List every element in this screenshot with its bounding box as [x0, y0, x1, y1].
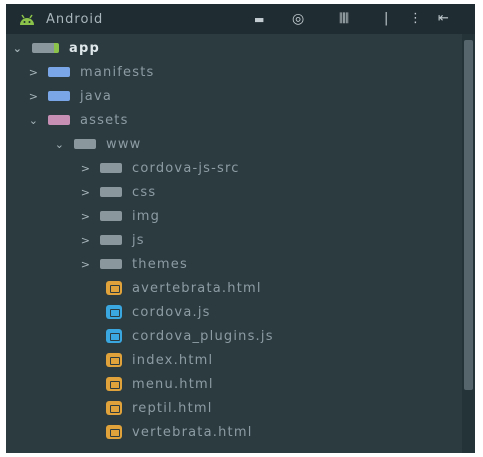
- folder-icon: [100, 163, 122, 173]
- folder-icon: [100, 187, 122, 197]
- tree-item-label: index.html: [132, 352, 214, 368]
- tree-item-label: css: [132, 184, 157, 200]
- tree-item[interactable]: ⌄ www: [6, 132, 462, 156]
- tree-item[interactable]: cordova.js: [6, 300, 462, 324]
- folder-icon: [100, 235, 122, 245]
- scrollbar-thumb[interactable]: [464, 40, 473, 390]
- tree-item[interactable]: menu.html: [6, 372, 462, 396]
- collapse-all-icon[interactable]: ⫼⫼: [339, 11, 349, 26]
- tree-item-label: www: [106, 136, 142, 152]
- tree-item-label: themes: [132, 256, 188, 272]
- file-icon-glyph: [110, 357, 120, 365]
- tree-item[interactable]: index.html: [6, 348, 462, 372]
- tree-item-label: java: [80, 88, 113, 104]
- project-view-selector[interactable]: Android: [46, 12, 103, 27]
- tree-item[interactable]: > cordova-js-src: [6, 156, 462, 180]
- tree-item-label: manifests: [80, 64, 155, 80]
- tree-item-label: js: [132, 232, 145, 248]
- folder-icon: [48, 67, 70, 77]
- tree-item-label: cordova.js: [132, 304, 211, 320]
- tree-item[interactable]: > manifests: [6, 60, 462, 84]
- tree-item[interactable]: vertebrata.html: [6, 420, 462, 444]
- tree-item[interactable]: cordova_plugins.js: [6, 324, 462, 348]
- target-icon[interactable]: ◎: [292, 11, 305, 27]
- folder-icon: [48, 91, 70, 101]
- chevron-right-icon[interactable]: >: [28, 90, 40, 103]
- tree-item[interactable]: > img: [6, 204, 462, 228]
- chevron-right-icon[interactable]: >: [80, 234, 92, 247]
- chevron-down-icon[interactable]: ⌄: [54, 138, 66, 151]
- html-file-icon: [106, 353, 122, 367]
- html-file-icon: [106, 281, 122, 295]
- hide-panel-icon[interactable]: ⇤: [438, 11, 450, 26]
- vertical-scrollbar[interactable]: [462, 34, 475, 453]
- file-icon-glyph: [110, 381, 120, 389]
- tree-item[interactable]: > java: [6, 84, 462, 108]
- folder-icon: [74, 139, 96, 149]
- chevron-right-icon[interactable]: >: [80, 186, 92, 199]
- chevron-right-icon[interactable]: >: [28, 66, 40, 79]
- file-icon-glyph: [110, 405, 120, 413]
- tree-item-label: cordova_plugins.js: [132, 328, 274, 344]
- dropdown-caret-icon[interactable]: ▬: [254, 13, 265, 26]
- android-icon: [20, 14, 34, 25]
- tree-item-label: avertebrata.html: [132, 280, 262, 296]
- file-icon-glyph: [110, 429, 120, 437]
- file-icon-glyph: [110, 333, 120, 341]
- tree-item[interactable]: ⌄ assets: [6, 108, 462, 132]
- chevron-right-icon[interactable]: >: [80, 210, 92, 223]
- file-icon-glyph: [110, 309, 120, 317]
- tree-item[interactable]: > js: [6, 228, 462, 252]
- tree-item-label: app: [69, 40, 100, 56]
- html-file-icon: [106, 401, 122, 415]
- tree-item-label: cordova-js-src: [132, 160, 240, 176]
- tree-item-label: vertebrata.html: [132, 424, 253, 440]
- tree-item[interactable]: > css: [6, 180, 462, 204]
- file-icon-glyph: [110, 285, 120, 293]
- html-file-icon: [106, 377, 122, 391]
- chevron-down-icon[interactable]: ⌄: [12, 42, 24, 55]
- project-panel: Android ▬ ◎ ⫼⫼ | ⋮ ⇤ ⌄ app > manifests > java…: [6, 4, 475, 453]
- assets-folder-icon: [48, 115, 70, 125]
- chevron-right-icon[interactable]: >: [80, 162, 92, 175]
- tree-item[interactable]: avertebrata.html: [6, 276, 462, 300]
- chevron-down-icon[interactable]: ⌄: [28, 114, 40, 127]
- tree-item[interactable]: > themes: [6, 252, 462, 276]
- js-file-icon: [106, 329, 122, 343]
- folder-icon: [100, 211, 122, 221]
- tree-item[interactable]: ⌄ app: [6, 36, 462, 60]
- tree-item-label: assets: [80, 112, 129, 128]
- divider-icon: |: [384, 11, 390, 26]
- more-options-icon[interactable]: ⋮: [409, 11, 423, 26]
- chevron-right-icon[interactable]: >: [80, 258, 92, 271]
- tree-item-label: reptil.html: [132, 400, 213, 416]
- module-folder-icon: [32, 43, 59, 53]
- tree-item-label: menu.html: [132, 376, 214, 392]
- tree-item-label: img: [132, 208, 161, 224]
- js-file-icon: [106, 305, 122, 319]
- folder-icon: [100, 259, 122, 269]
- tree-item[interactable]: reptil.html: [6, 396, 462, 420]
- project-view-header: Android ▬ ◎ ⫼⫼ | ⋮ ⇤: [6, 4, 475, 34]
- html-file-icon: [106, 425, 122, 439]
